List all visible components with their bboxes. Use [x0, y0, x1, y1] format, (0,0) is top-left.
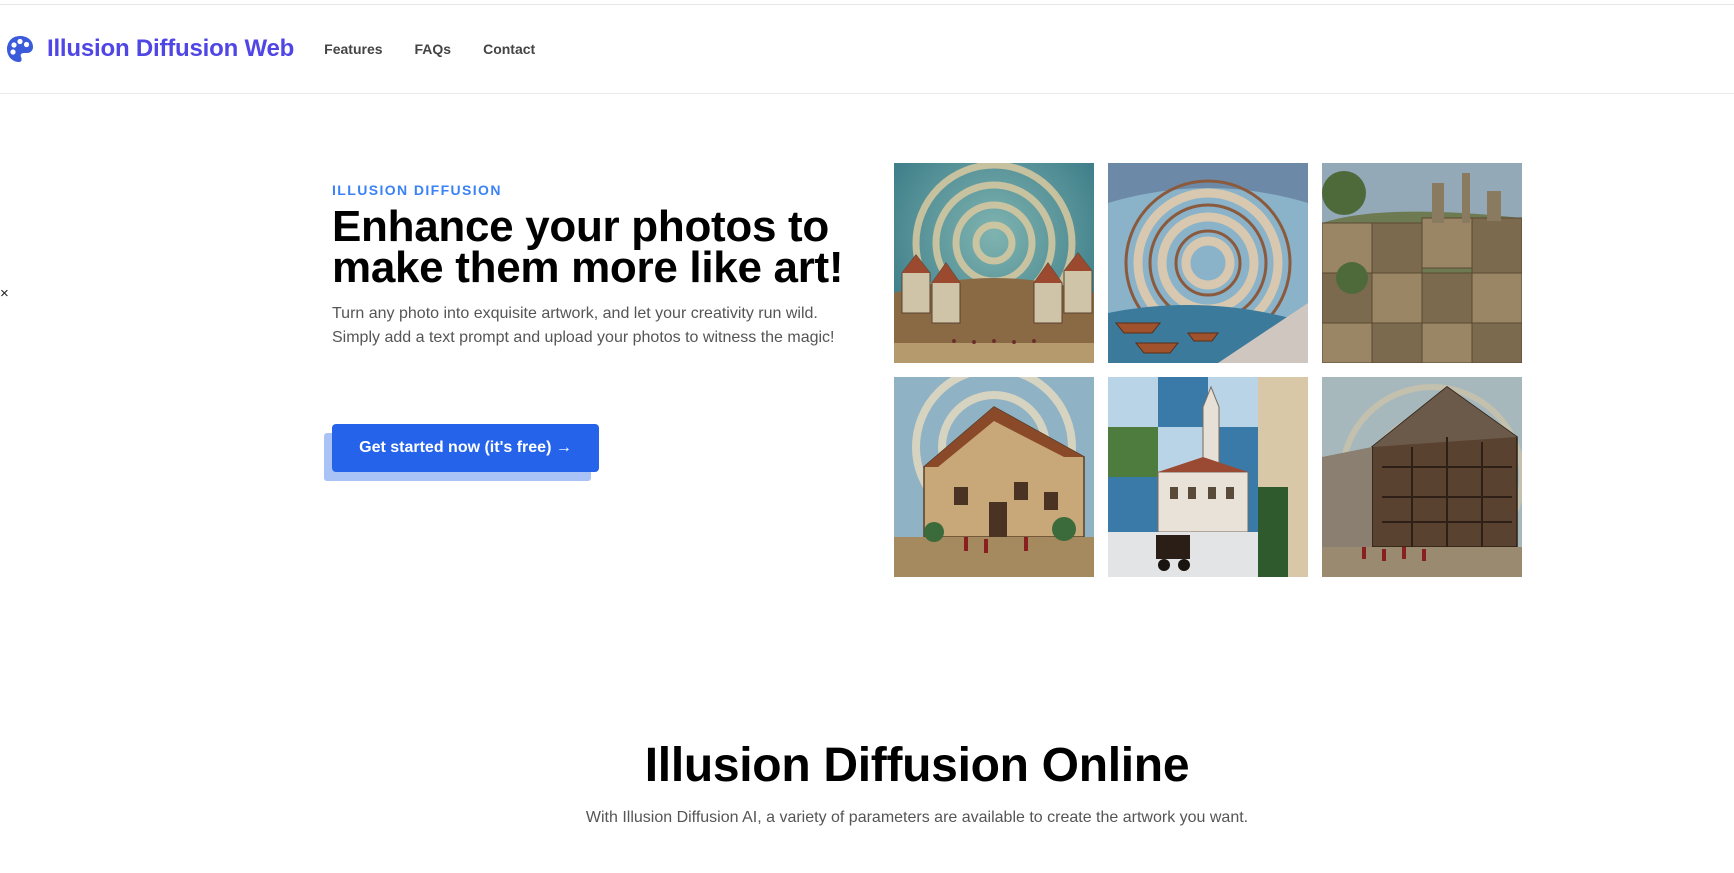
nav-faqs[interactable]: FAQs — [415, 41, 452, 57]
site-header: Illusion Diffusion Web Features FAQs Con… — [0, 5, 1734, 94]
artwork-gallery — [894, 163, 1524, 577]
section-title: Illusion Diffusion Online — [644, 739, 1190, 792]
main-nav: Features FAQs Contact — [324, 41, 535, 57]
hero-description: Turn any photo into exquisite artwork, a… — [332, 305, 835, 346]
hero-text: ILLUSION DIFFUSION Enhance your photos t… — [332, 182, 872, 350]
brand-name: Illusion Diffusion Web — [47, 35, 295, 62]
close-icon[interactable]: × — [0, 286, 10, 301]
cta-container: Get started now (it's free) → — [324, 424, 599, 482]
spiral-timber-house-image — [1322, 377, 1522, 577]
nav-contact[interactable]: Contact — [483, 41, 535, 57]
hero-eyebrow: ILLUSION DIFFUSION — [332, 182, 502, 198]
spiral-cottage-image — [894, 377, 1094, 577]
nav-features[interactable]: Features — [324, 41, 382, 57]
get-started-button[interactable]: Get started now (it's free) → — [332, 424, 599, 472]
logo-link[interactable]: Illusion Diffusion Web — [5, 34, 294, 64]
hero-title-line2: make them more like art! — [332, 243, 844, 292]
checkered-castle-image — [1322, 163, 1522, 363]
hero-title: Enhance your photos to make them more li… — [332, 205, 872, 290]
checkered-church-image — [1108, 377, 1308, 577]
palette-icon — [7, 36, 33, 62]
section-title-wrap: Illusion Diffusion Online — [0, 738, 1734, 793]
section-description: With Illusion Diffusion AI, a variety of… — [585, 809, 1249, 826]
spiral-village-image — [894, 163, 1094, 363]
spiral-canal-image — [1108, 163, 1308, 363]
